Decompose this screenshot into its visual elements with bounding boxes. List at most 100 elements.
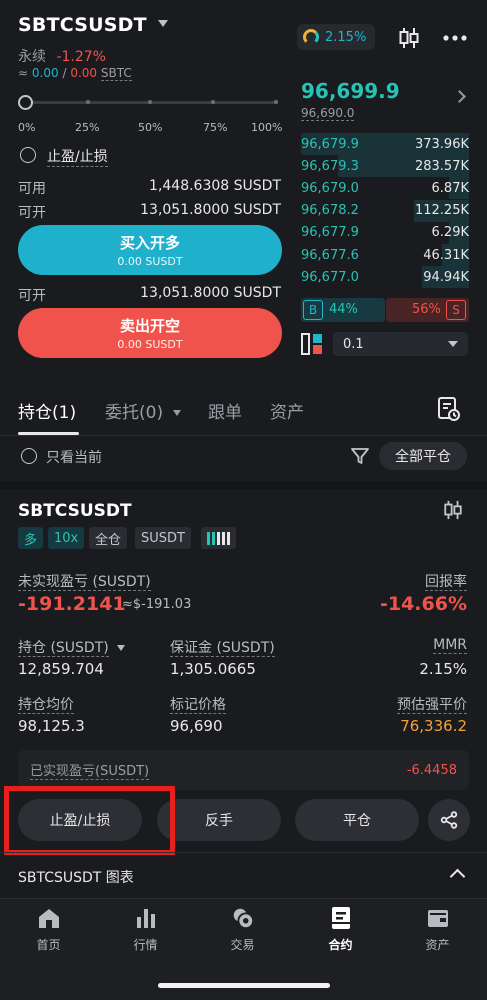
size-label-text: 持仓 (SUSDT) <box>18 640 109 657</box>
wallet-icon <box>426 906 450 930</box>
gauge-icon <box>303 29 319 45</box>
available-unit: SBTC <box>100 66 132 81</box>
tpsl-label[interactable]: 止盈/止损 <box>47 146 108 167</box>
separator: / <box>62 66 67 80</box>
tpsl-radio[interactable] <box>20 147 36 163</box>
chevron-up-icon[interactable] <box>449 868 466 885</box>
divider <box>0 852 487 853</box>
section-gap <box>0 481 487 489</box>
available-value-2: 0.00 <box>70 66 98 80</box>
buy-long-amount: 0.00 SUSDT <box>117 255 183 268</box>
position-symbol[interactable]: SBTCSUSDT <box>18 501 132 521</box>
nav-markets[interactable]: 行情 <box>97 906 194 953</box>
approx-sign: ≈ <box>18 66 29 80</box>
nav-trade[interactable]: 交易 <box>194 906 291 953</box>
nav-futures[interactable]: 合约 <box>292 906 389 953</box>
nav-home[interactable]: 首页 <box>0 906 97 953</box>
contract-info: 永续 -1.27% <box>18 46 106 66</box>
markets-icon <box>134 906 158 930</box>
nav-assets[interactable]: 资产 <box>389 906 486 953</box>
entry-label: 持仓均价 <box>18 694 74 714</box>
candlestick-icon[interactable] <box>394 24 424 52</box>
slider-dot <box>148 100 152 104</box>
leverage-chip[interactable]: 10x <box>48 527 85 549</box>
contract-type: 永续 <box>18 49 46 65</box>
tab-orders-label: 委托(0) <box>105 403 164 423</box>
buy-long-button[interactable]: 买入开多 0.00 SUSDT <box>18 225 282 275</box>
open-short-value: 13,051.8000 SUSDT <box>140 285 281 301</box>
funding-rate-badge[interactable]: 2.15% <box>297 24 375 50</box>
mmr-value: 2.15% <box>419 660 467 678</box>
pair-title[interactable]: SBTCSUSDT <box>18 14 147 36</box>
slider-knob[interactable] <box>18 95 33 110</box>
tab-copy-trading[interactable]: 跟单 <box>208 398 242 423</box>
open-long-label: 可开 <box>18 205 46 221</box>
depth-select[interactable]: 0.1 <box>333 332 468 356</box>
orderbook-layout-icon[interactable] <box>301 333 323 355</box>
nav-markets-label: 行情 <box>133 938 158 952</box>
entry-label-text: 持仓均价 <box>18 697 74 714</box>
size-label[interactable]: 持仓 (SUSDT) <box>18 637 126 657</box>
sell-short-button[interactable]: 卖出开空 0.00 SUSDT <box>18 308 282 358</box>
liq-value: 76,336.2 <box>400 717 467 735</box>
bid-size: 6.29K <box>431 225 469 241</box>
margin-label-text: 保证金 (SUSDT) <box>170 640 275 657</box>
orderbook-row[interactable]: 96,677.6 46.31K <box>301 244 469 266</box>
more-icon[interactable] <box>440 24 470 52</box>
share-button[interactable] <box>428 799 470 841</box>
filter-icon[interactable] <box>350 446 370 470</box>
bid-price: 96,678.2 <box>301 203 359 219</box>
bid-price: 96,677.6 <box>301 247 359 263</box>
dropdown-caret-icon <box>172 410 181 416</box>
depth-value: 0.1 <box>343 336 364 352</box>
nav-assets-label: 资产 <box>425 938 450 952</box>
available-value: 0.00 <box>31 66 59 80</box>
tab-orders[interactable]: 委托(0) <box>105 398 181 423</box>
history-icon[interactable] <box>437 396 461 426</box>
pair-dropdown-caret-icon[interactable] <box>158 20 168 27</box>
candlestick-icon[interactable] <box>442 500 464 524</box>
bid-size: 94.94K <box>423 269 469 285</box>
buy-tag: B <box>303 300 323 320</box>
entry-value: 98,125.3 <box>18 717 85 735</box>
roi-label: 回报率 <box>425 571 467 591</box>
buy-ratio: 44% <box>329 302 358 317</box>
close-position-button[interactable]: 平仓 <box>295 799 419 841</box>
orderbook-row[interactable]: 96,677.0 94.94K <box>301 266 469 289</box>
liq-label-text: 预估强平价 <box>397 697 467 714</box>
sell-short-title: 卖出开空 <box>119 317 180 335</box>
roi-value: -14.66% <box>379 593 467 615</box>
dropdown-caret-icon <box>117 645 126 651</box>
liq-label: 预估强平价 <box>397 694 467 714</box>
sell-ratio: 56% <box>412 302 441 317</box>
orderbook-row[interactable]: 96,678.2 112.25K <box>301 199 469 222</box>
funding-rate: 2.15% <box>325 29 367 45</box>
chart-section-label[interactable]: SBTCSUSDT 图表 <box>18 867 134 887</box>
unrealized-pnl-label: 未实现盈亏 (SUSDT) <box>18 571 151 591</box>
bid-price: 96,677.0 <box>301 269 359 285</box>
price-change: -1.27% <box>56 49 106 65</box>
realized-pnl-box: 已实现盈亏(SUSDT) -6.4458 <box>18 750 469 790</box>
reverse-button[interactable]: 反手 <box>157 799 281 841</box>
close-all-button[interactable]: 全部平仓 <box>379 442 467 470</box>
open-long-value: 13,051.8000 SUSDT <box>140 202 281 218</box>
highlight-box <box>4 786 175 855</box>
tab-assets[interactable]: 资产 <box>270 398 304 423</box>
tab-positions[interactable]: 持仓(1) <box>18 398 76 423</box>
bid-price: 96,679.0 <box>301 180 359 196</box>
mark-label-text: 标记价格 <box>170 697 226 714</box>
orderbook-row[interactable]: 96,679.3 283.57K <box>301 155 469 178</box>
orderbook-row[interactable]: 96,679.9 373.96K <box>301 133 469 155</box>
share-icon <box>440 811 458 829</box>
current-only-label[interactable]: 只看当前 <box>46 447 102 467</box>
chevron-right-icon[interactable] <box>453 90 466 103</box>
orderbook-row[interactable]: 96,679.0 6.87K <box>301 177 469 200</box>
bid-price: 96,677.9 <box>301 225 359 241</box>
realized-pnl-value: -6.4458 <box>406 762 457 778</box>
mark-value: 96,690 <box>170 717 223 735</box>
sell-short-amount: 0.00 SUSDT <box>117 338 183 351</box>
sell-tag: S <box>446 300 466 320</box>
orderbook-row[interactable]: 96,677.9 6.29K <box>301 221 469 244</box>
futures-icon <box>329 906 353 930</box>
current-only-radio[interactable] <box>21 448 37 464</box>
